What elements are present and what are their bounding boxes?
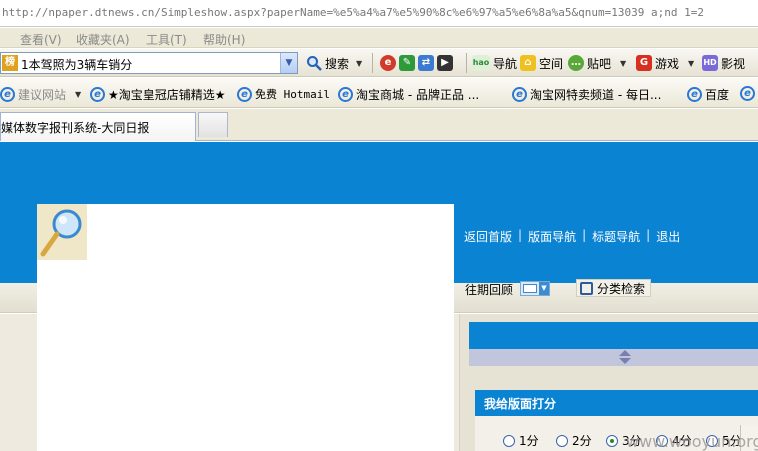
- ie-icon: e: [687, 87, 702, 102]
- top-nav: 返回首版 | 版面导航 | 标题导航 | 退出: [464, 228, 680, 245]
- rating-option-2[interactable]: 2分: [556, 432, 592, 449]
- media-icon[interactable]: ▶: [437, 55, 453, 71]
- rating-option-label: 1分: [519, 434, 539, 448]
- nav-divider: |: [582, 228, 587, 242]
- menu-help[interactable]: 帮助(H): [203, 31, 245, 48]
- address-url[interactable]: http://npaper.dtnews.cn/Simpleshow.aspx?…: [2, 6, 704, 19]
- toolbar-separator: [466, 53, 467, 73]
- ie-icon: e: [740, 86, 755, 101]
- chevron-down-icon[interactable]: ▼: [356, 59, 362, 68]
- nav-link-exit[interactable]: 退出: [656, 228, 680, 245]
- nav-divider: |: [518, 228, 523, 242]
- nav-button-label: 导航: [493, 56, 518, 71]
- chevron-down-icon[interactable]: ▼: [75, 90, 81, 99]
- ie-circle-icon[interactable]: e: [380, 55, 396, 71]
- fav-item-taobao-deals[interactable]: e 淘宝网特卖频道 - 每日...: [512, 86, 661, 103]
- fav-item-hotmail[interactable]: e 免费 Hotmail: [237, 86, 330, 102]
- translate-icon[interactable]: ⇄: [418, 55, 434, 71]
- hot-list-icon: 榜: [2, 55, 18, 71]
- fav-label: 建议网站: [18, 88, 67, 102]
- fav-label: ★淘宝皇冠店铺精选★: [108, 88, 226, 102]
- past-issues-label: 往期回顾: [465, 283, 514, 297]
- nav-link-home[interactable]: 返回首版: [464, 228, 512, 245]
- search-button[interactable]: 搜索 ▼: [306, 54, 362, 72]
- chevron-down-icon[interactable]: ▼: [688, 59, 694, 68]
- search-icon: [307, 56, 322, 71]
- search-combo-value[interactable]: 1本驾照为3辆车销分: [21, 56, 132, 73]
- favorites-bar: e 建议网站 ▼ e ★淘宝皇冠店铺精选★ e 免费 Hotmail e 淘宝商…: [0, 78, 758, 108]
- radio-button[interactable]: [503, 434, 515, 447]
- search-combo-box[interactable]: 榜 1本驾照为3辆车销分 ▼: [0, 52, 298, 74]
- toolbar-separator: [372, 53, 373, 73]
- game-icon: G: [636, 55, 652, 71]
- category-search-button[interactable]: 分类检索: [576, 279, 651, 297]
- ie-icon: e: [237, 86, 252, 102]
- magnifier-icon: [37, 204, 87, 260]
- hao-icon: hao: [472, 55, 490, 71]
- hd-icon: HD: [702, 55, 718, 71]
- tieba-button[interactable]: … 贴吧 ▼: [568, 54, 626, 72]
- fav-item-tmall[interactable]: e 淘宝商城 - 品牌正品 ...: [338, 86, 479, 103]
- rating-option-label: 2分: [572, 434, 592, 448]
- games-button[interactable]: G 游戏 ▼: [636, 54, 694, 72]
- chevron-down-icon[interactable]: ▼: [539, 282, 549, 295]
- fav-item-baidu[interactable]: e 百度: [687, 86, 729, 103]
- ie-icon: e: [338, 87, 353, 102]
- search-icon: [580, 281, 593, 295]
- video-button-label: 影视: [721, 56, 746, 71]
- panel-header: [469, 322, 758, 349]
- ie-icon: e: [512, 87, 527, 102]
- search-button-label: 搜索: [325, 56, 350, 71]
- fav-overflow[interactable]: e: [740, 86, 755, 101]
- new-tab-button[interactable]: [198, 112, 228, 137]
- category-search-label: 分类检索: [597, 281, 646, 296]
- tieba-button-label: 贴吧: [587, 56, 612, 71]
- nav-button[interactable]: hao 导航: [472, 54, 517, 72]
- ie-icon: e: [0, 87, 15, 102]
- toolbar-quick-icons: e ✎ ⇄ ▶: [380, 54, 453, 72]
- menu-bar: 查看(V) 收藏夹(A) 工具(T) 帮助(H): [0, 28, 758, 48]
- fav-item-taobao-crown[interactable]: e ★淘宝皇冠店铺精选★: [90, 86, 226, 103]
- tab-active[interactable]: 媒体数字报刊系统-大同日报: [0, 112, 196, 141]
- fav-label: 免费 Hotmail: [255, 88, 330, 101]
- panel-toggle-bar[interactable]: [469, 349, 758, 366]
- rating-title: 我给版面打分: [484, 397, 557, 411]
- radio-button[interactable]: [556, 434, 568, 447]
- chat-icon: …: [568, 55, 584, 71]
- video-button[interactable]: HD 影视: [702, 54, 745, 72]
- rating-header: 我给版面打分: [475, 390, 758, 416]
- nav-link-layout[interactable]: 版面导航: [528, 228, 576, 245]
- nav-link-titles[interactable]: 标题导航: [592, 228, 640, 245]
- newspaper-page-canvas[interactable]: [37, 204, 454, 451]
- rating-option-1[interactable]: 1分: [503, 432, 539, 449]
- menu-tools[interactable]: 工具(T): [146, 31, 187, 48]
- fav-label: 淘宝商城 - 品牌正品 ...: [356, 88, 480, 102]
- watermark: www.wooyun.org: [626, 432, 758, 451]
- menu-view[interactable]: 查看(V): [20, 31, 62, 48]
- radio-button-selected[interactable]: [606, 434, 618, 447]
- fav-label: 百度: [705, 88, 730, 102]
- expand-collapse-icon[interactable]: [618, 350, 632, 364]
- tab-title: 媒体数字报刊系统-大同日报: [1, 121, 150, 135]
- menu-favorites[interactable]: 收藏夹(A): [76, 31, 130, 48]
- fav-label: 淘宝网特卖频道 - 每日...: [530, 88, 662, 102]
- date-picker[interactable]: ▼: [520, 281, 550, 296]
- address-bar[interactable]: http://npaper.dtnews.cn/Simpleshow.aspx?…: [0, 0, 758, 27]
- calendar-icon: [523, 284, 537, 293]
- edit-icon[interactable]: ✎: [399, 55, 415, 71]
- nav-divider: |: [646, 228, 651, 242]
- search-toolbar: 榜 1本驾照为3辆车销分 ▼ 搜索 ▼ e ✎ ⇄ ▶ hao 导航 ⌂ 空间 …: [0, 49, 758, 77]
- tab-bar: 媒体数字报刊系统-大同日报: [0, 109, 758, 141]
- chevron-down-icon[interactable]: ▼: [620, 59, 626, 68]
- home-icon: ⌂: [520, 55, 536, 71]
- games-button-label: 游戏: [655, 56, 680, 71]
- space-button-label: 空间: [539, 56, 564, 71]
- fav-item-suggested-sites[interactable]: e 建议网站 ▼: [0, 86, 81, 103]
- ie-icon: e: [90, 87, 105, 102]
- chevron-down-icon[interactable]: ▼: [280, 53, 297, 73]
- space-button[interactable]: ⌂ 空间: [520, 54, 563, 72]
